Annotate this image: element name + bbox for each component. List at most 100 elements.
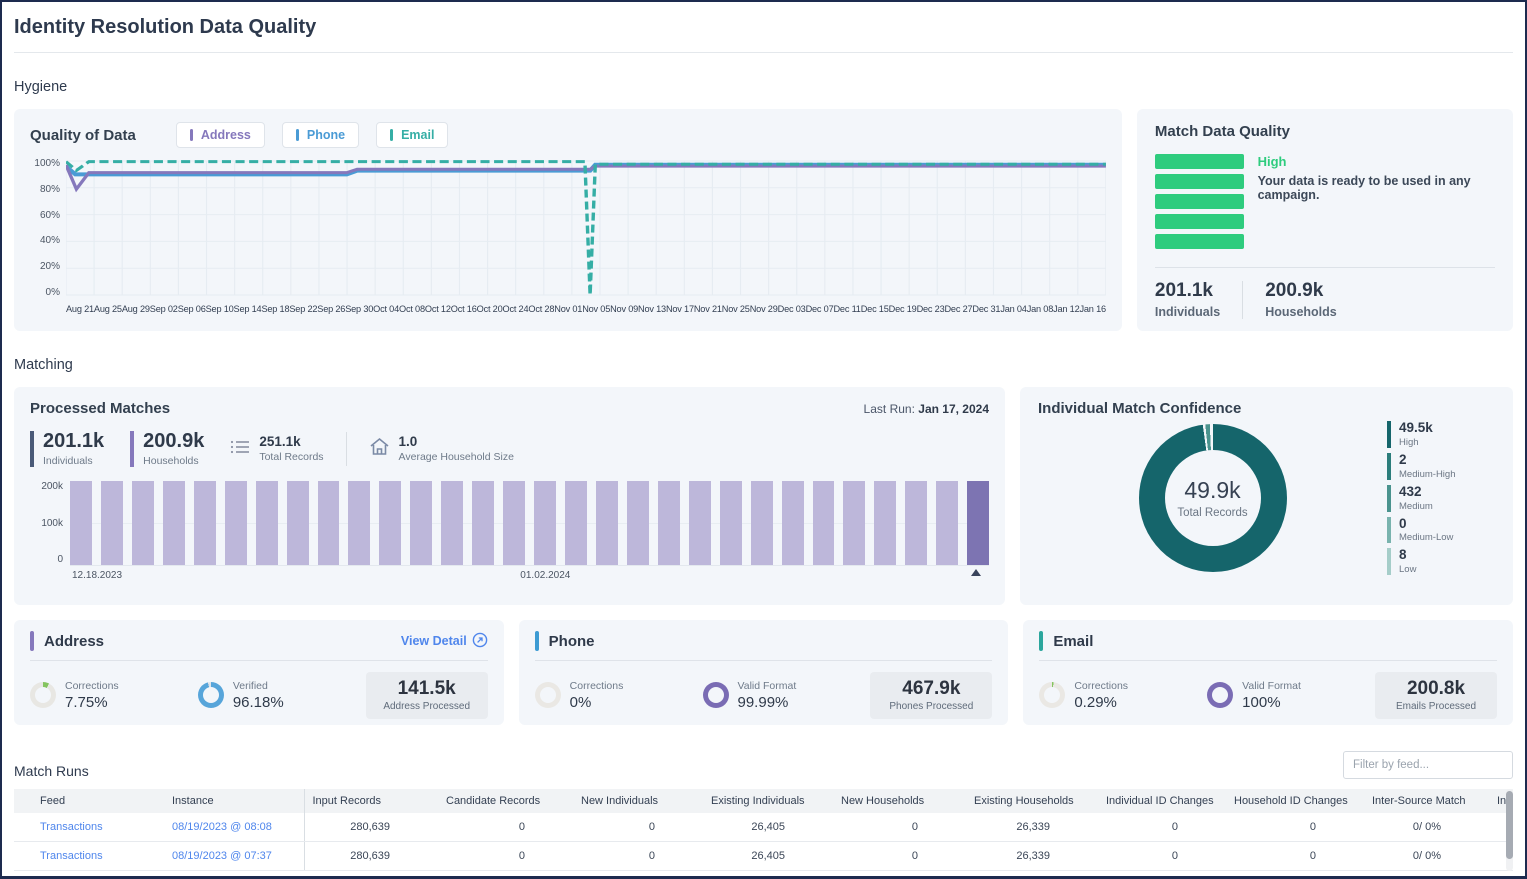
x-tick: Jan 08 bbox=[1027, 304, 1053, 314]
page-title: Identity Resolution Data Quality bbox=[14, 16, 1513, 39]
x-tick: Oct 04 bbox=[373, 304, 399, 314]
x-tick: Oct 24 bbox=[503, 304, 529, 314]
bar bbox=[689, 481, 711, 565]
processed-count-box: 200.8kEmails Processed bbox=[1375, 672, 1497, 719]
cell-value: 0 bbox=[833, 813, 966, 842]
individuals-value: 201.1k bbox=[1155, 280, 1220, 302]
bar-series bbox=[70, 481, 989, 565]
stat-individuals: 201.1kIndividuals bbox=[30, 431, 104, 467]
legend-label: High bbox=[1399, 437, 1495, 448]
cell-value: 26,405 bbox=[703, 813, 833, 842]
processed-matches-stats: 201.1kIndividuals200.9kHouseholds251.1kT… bbox=[30, 431, 989, 467]
instance-link[interactable]: 08/19/2023 @ 08:08 bbox=[172, 821, 272, 833]
confidence-legend-item-medium-low: 0Medium-Low bbox=[1387, 517, 1495, 544]
match-runs-title: Match Runs bbox=[14, 763, 89, 779]
accent-bar bbox=[30, 631, 34, 651]
y-tick: 100% bbox=[30, 158, 60, 169]
column-header-existing-households: Existing Households bbox=[966, 789, 1098, 813]
confidence-legend-item-medium-high: 2Medium-High bbox=[1387, 453, 1495, 480]
open-detail-icon bbox=[472, 632, 488, 651]
quality-chart-y-axis: 100%80%60%40%20%0% bbox=[30, 158, 66, 298]
address-card: AddressView DetailCorrections7.75%Verifi… bbox=[14, 620, 504, 725]
feed-link[interactable]: Transactions bbox=[40, 850, 103, 862]
bar bbox=[967, 481, 989, 565]
donut-total-value: 49.9k bbox=[1184, 477, 1240, 504]
confidence-legend: 49.5kHigh2Medium-High432Medium0Medium-Lo… bbox=[1387, 421, 1495, 575]
bar bbox=[596, 481, 618, 565]
processed-value: 141.5k bbox=[379, 679, 475, 699]
legend-toggle-address[interactable]: Address bbox=[176, 122, 265, 148]
feed-link[interactable]: Transactions bbox=[40, 821, 103, 833]
metric-label: Corrections bbox=[65, 680, 119, 692]
processed-label: Phones Processed bbox=[883, 701, 979, 712]
bar bbox=[318, 481, 340, 565]
ring-gauge-gray bbox=[535, 682, 561, 708]
cell-value: 26,405 bbox=[703, 842, 833, 871]
x-tick: Sep 22 bbox=[289, 304, 317, 314]
x-tick: Dec 03 bbox=[778, 304, 806, 314]
stat-households: 200.9kHouseholds bbox=[130, 431, 204, 467]
bar bbox=[565, 481, 587, 565]
legend-label: Low bbox=[1399, 564, 1495, 575]
stat-value: 200.9k bbox=[143, 431, 204, 451]
table-header-row: FeedInstanceInput RecordsCandidate Recor… bbox=[14, 789, 1513, 813]
legend-value: 0 bbox=[1399, 517, 1495, 532]
quality-level-bars bbox=[1155, 154, 1244, 249]
filter-by-feed-input[interactable] bbox=[1343, 751, 1513, 779]
accent-bar bbox=[1039, 631, 1043, 651]
legend-toggle-email[interactable]: Email bbox=[376, 122, 448, 148]
quality-of-data-title: Quality of Data bbox=[30, 127, 136, 144]
processed-value: 467.9k bbox=[883, 679, 979, 699]
bar bbox=[441, 481, 463, 565]
home-icon bbox=[369, 437, 390, 461]
quality-level-text: High bbox=[1258, 154, 1495, 169]
cell-value: 0/ 0% bbox=[1364, 813, 1489, 842]
column-header-candidate-records: Candidate Records bbox=[438, 789, 573, 813]
donut-total-label: Total Records bbox=[1177, 507, 1247, 519]
bar bbox=[132, 481, 154, 565]
processed-value: 200.8k bbox=[1388, 679, 1484, 699]
x-tick: Aug 21 bbox=[66, 304, 94, 314]
column-header-inter-source-match: Inter-Source Match bbox=[1364, 789, 1489, 813]
instance-link[interactable]: 08/19/2023 @ 07:37 bbox=[172, 850, 272, 862]
x-tick: Oct 16 bbox=[451, 304, 477, 314]
x-tick: Aug 29 bbox=[122, 304, 150, 314]
match-data-quality-card: Match Data Quality High Your data is rea… bbox=[1137, 109, 1513, 331]
individual-match-confidence-title: Individual Match Confidence bbox=[1038, 400, 1495, 417]
cell-value: 280,639 bbox=[304, 842, 438, 871]
quality-of-data-chart: 100%80%60%40%20%0% bbox=[30, 158, 1106, 298]
cell-value: 0 bbox=[573, 813, 703, 842]
scrollbar-thumb[interactable] bbox=[1506, 791, 1513, 859]
x-tick: Dec 07 bbox=[806, 304, 834, 314]
metric-value: 96.18% bbox=[233, 694, 284, 711]
metric-valid-format: Valid Format99.99% bbox=[703, 680, 871, 711]
cell-value: 280,639 bbox=[304, 813, 438, 842]
bar bbox=[905, 481, 927, 565]
divider bbox=[1155, 267, 1495, 268]
processed-count-box: 141.5kAddress Processed bbox=[366, 672, 488, 719]
legend-label: Medium bbox=[1399, 501, 1495, 512]
match-runs-table: FeedInstanceInput RecordsCandidate Recor… bbox=[14, 789, 1513, 871]
current-bar-marker-icon bbox=[971, 569, 981, 576]
legend-value: 432 bbox=[1399, 485, 1495, 500]
page-header: Identity Resolution Data Quality bbox=[14, 2, 1513, 53]
table-vertical-scrollbar[interactable] bbox=[1506, 789, 1513, 871]
metric-corrections: Corrections0% bbox=[535, 680, 703, 711]
stat-value: 251.1k bbox=[259, 435, 323, 449]
legend-toggle-phone[interactable]: Phone bbox=[282, 122, 359, 148]
bar-chart-y-axis: 200k100k0 bbox=[30, 481, 70, 565]
bar bbox=[658, 481, 680, 565]
ring-gauge-purple bbox=[1207, 682, 1233, 708]
email-card: EmailCorrections0.29%Valid Format100%200… bbox=[1023, 620, 1513, 725]
bar bbox=[348, 481, 370, 565]
legend-label: Email bbox=[401, 128, 434, 142]
bar bbox=[720, 481, 742, 565]
x-tick: Dec 27 bbox=[944, 304, 972, 314]
y-tick: 200k bbox=[30, 481, 63, 492]
quality-bar bbox=[1155, 174, 1244, 189]
column-header-new-households: New Households bbox=[833, 789, 966, 813]
view-detail-link[interactable]: View Detail bbox=[401, 632, 488, 651]
x-tick: Nov 13 bbox=[638, 304, 666, 314]
bar bbox=[782, 481, 804, 565]
ring-gauge-blue bbox=[198, 682, 224, 708]
